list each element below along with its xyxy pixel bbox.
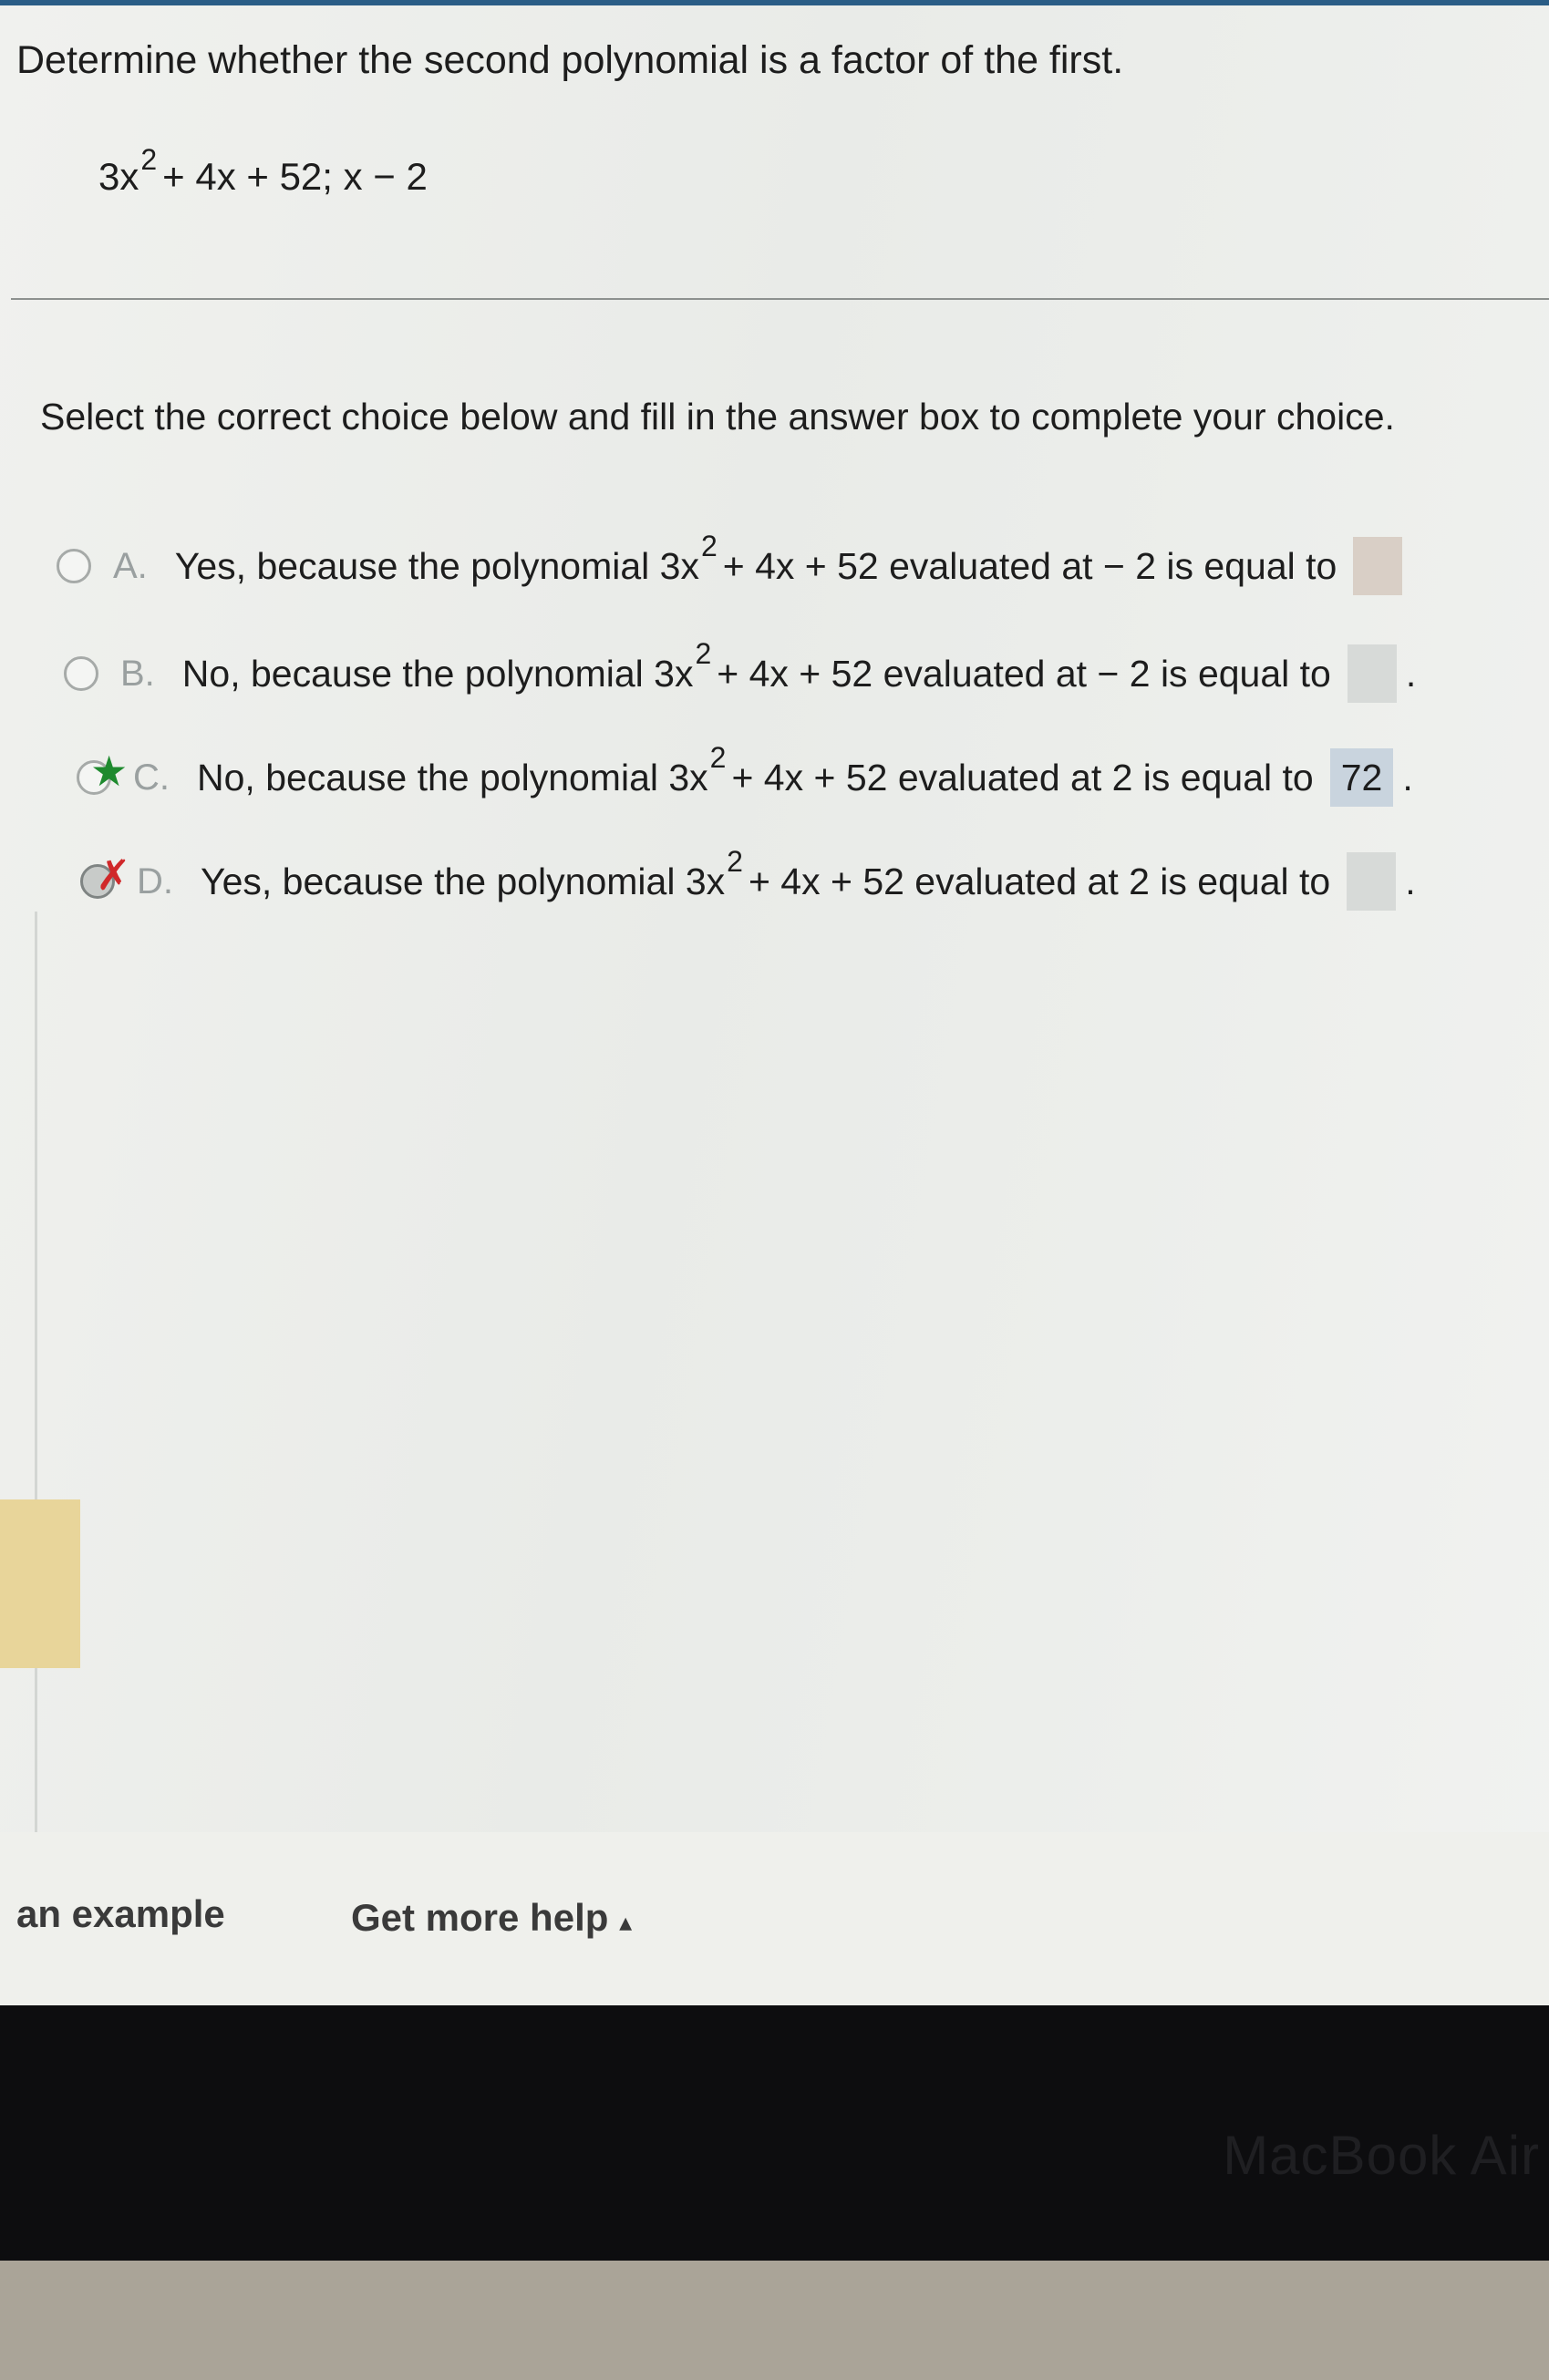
instruction-text: Select the correct choice below and fill… bbox=[40, 396, 1395, 438]
poly-exponent: 2 bbox=[140, 143, 158, 176]
screen: Determine whether the second polynomial … bbox=[0, 0, 1549, 2005]
choice-b-post: + 4x + 52 evaluated at − 2 is equal to bbox=[717, 652, 1331, 695]
top-stripe bbox=[0, 0, 1549, 5]
choice-d-radio[interactable]: ✗ bbox=[80, 854, 131, 899]
incorrect-x-icon: ✗ bbox=[96, 851, 131, 899]
choice-d-letter: D. bbox=[137, 860, 173, 902]
desk-surface bbox=[0, 2261, 1549, 2380]
get-more-help-button[interactable]: Get more help ▴ bbox=[351, 1896, 632, 1940]
choice-a-pre: Yes, because the polynomial 3x bbox=[174, 544, 699, 587]
choice-b[interactable]: B. No, because the polynomial 3x 2 + 4x + … bbox=[64, 637, 1417, 706]
choice-c-period: . bbox=[1402, 756, 1413, 798]
choice-b-exponent: 2 bbox=[695, 636, 712, 670]
choice-c-answer-box[interactable]: 72 bbox=[1329, 748, 1394, 807]
choice-c-post: + 4x + 52 evaluated at 2 is equal to bbox=[731, 756, 1314, 798]
choice-b-letter: B. bbox=[120, 653, 155, 694]
view-example-link[interactable]: an example bbox=[16, 1892, 225, 1936]
choice-a[interactable]: A. Yes, because the polynomial 3x 2 + 4x +… bbox=[57, 530, 1403, 598]
choice-a-answer-box[interactable] bbox=[1353, 537, 1403, 595]
choice-c[interactable]: ★ C. No, because the polynomial 3x 2 + 4x … bbox=[77, 741, 1413, 809]
question-title: Determine whether the second polynomial … bbox=[16, 38, 1124, 82]
choice-b-pre: No, because the polynomial 3x bbox=[181, 652, 694, 695]
question-polynomial: 3x2 + 4x + 52; x − 2 bbox=[98, 143, 428, 199]
choice-c-pre: No, because the polynomial 3x bbox=[197, 756, 708, 798]
choice-d-post: + 4x + 52 evaluated at 2 is equal to bbox=[748, 860, 1331, 902]
caret-up-icon: ▴ bbox=[619, 1908, 633, 1936]
choice-c-letter: C. bbox=[133, 757, 170, 798]
get-more-help-label: Get more help bbox=[351, 1896, 609, 1939]
choice-a-letter: A. bbox=[113, 545, 148, 586]
choice-d-period: . bbox=[1405, 860, 1416, 902]
choice-b-period: . bbox=[1405, 652, 1417, 695]
choice-b-radio[interactable] bbox=[64, 656, 98, 691]
choice-b-answer-box[interactable] bbox=[1347, 644, 1397, 703]
choice-c-radio[interactable]: ★ bbox=[77, 750, 128, 795]
left-side-tab[interactable] bbox=[0, 1499, 80, 1668]
choice-c-exponent: 2 bbox=[709, 740, 727, 774]
laptop-brand-label: MacBook Air bbox=[1223, 2125, 1540, 2186]
poly-lead: 3x bbox=[98, 155, 139, 198]
choice-d-pre: Yes, because the polynomial 3x bbox=[201, 860, 726, 902]
bottom-toolbar bbox=[0, 1832, 1549, 2005]
choice-a-exponent: 2 bbox=[700, 529, 718, 562]
divider bbox=[11, 298, 1549, 300]
poly-tail: + 4x + 52; x − 2 bbox=[162, 155, 428, 198]
choice-d-exponent: 2 bbox=[727, 844, 743, 878]
left-panel-border bbox=[35, 912, 37, 1832]
choice-d[interactable]: ✗ D. Yes, because the polynomial 3x 2 + 4x… bbox=[80, 845, 1416, 913]
correct-star-icon: ★ bbox=[90, 747, 129, 795]
choice-a-post: + 4x + 52 evaluated at − 2 is equal to bbox=[722, 544, 1337, 587]
choice-d-answer-box[interactable] bbox=[1347, 852, 1397, 911]
choice-a-radio[interactable] bbox=[57, 549, 91, 583]
